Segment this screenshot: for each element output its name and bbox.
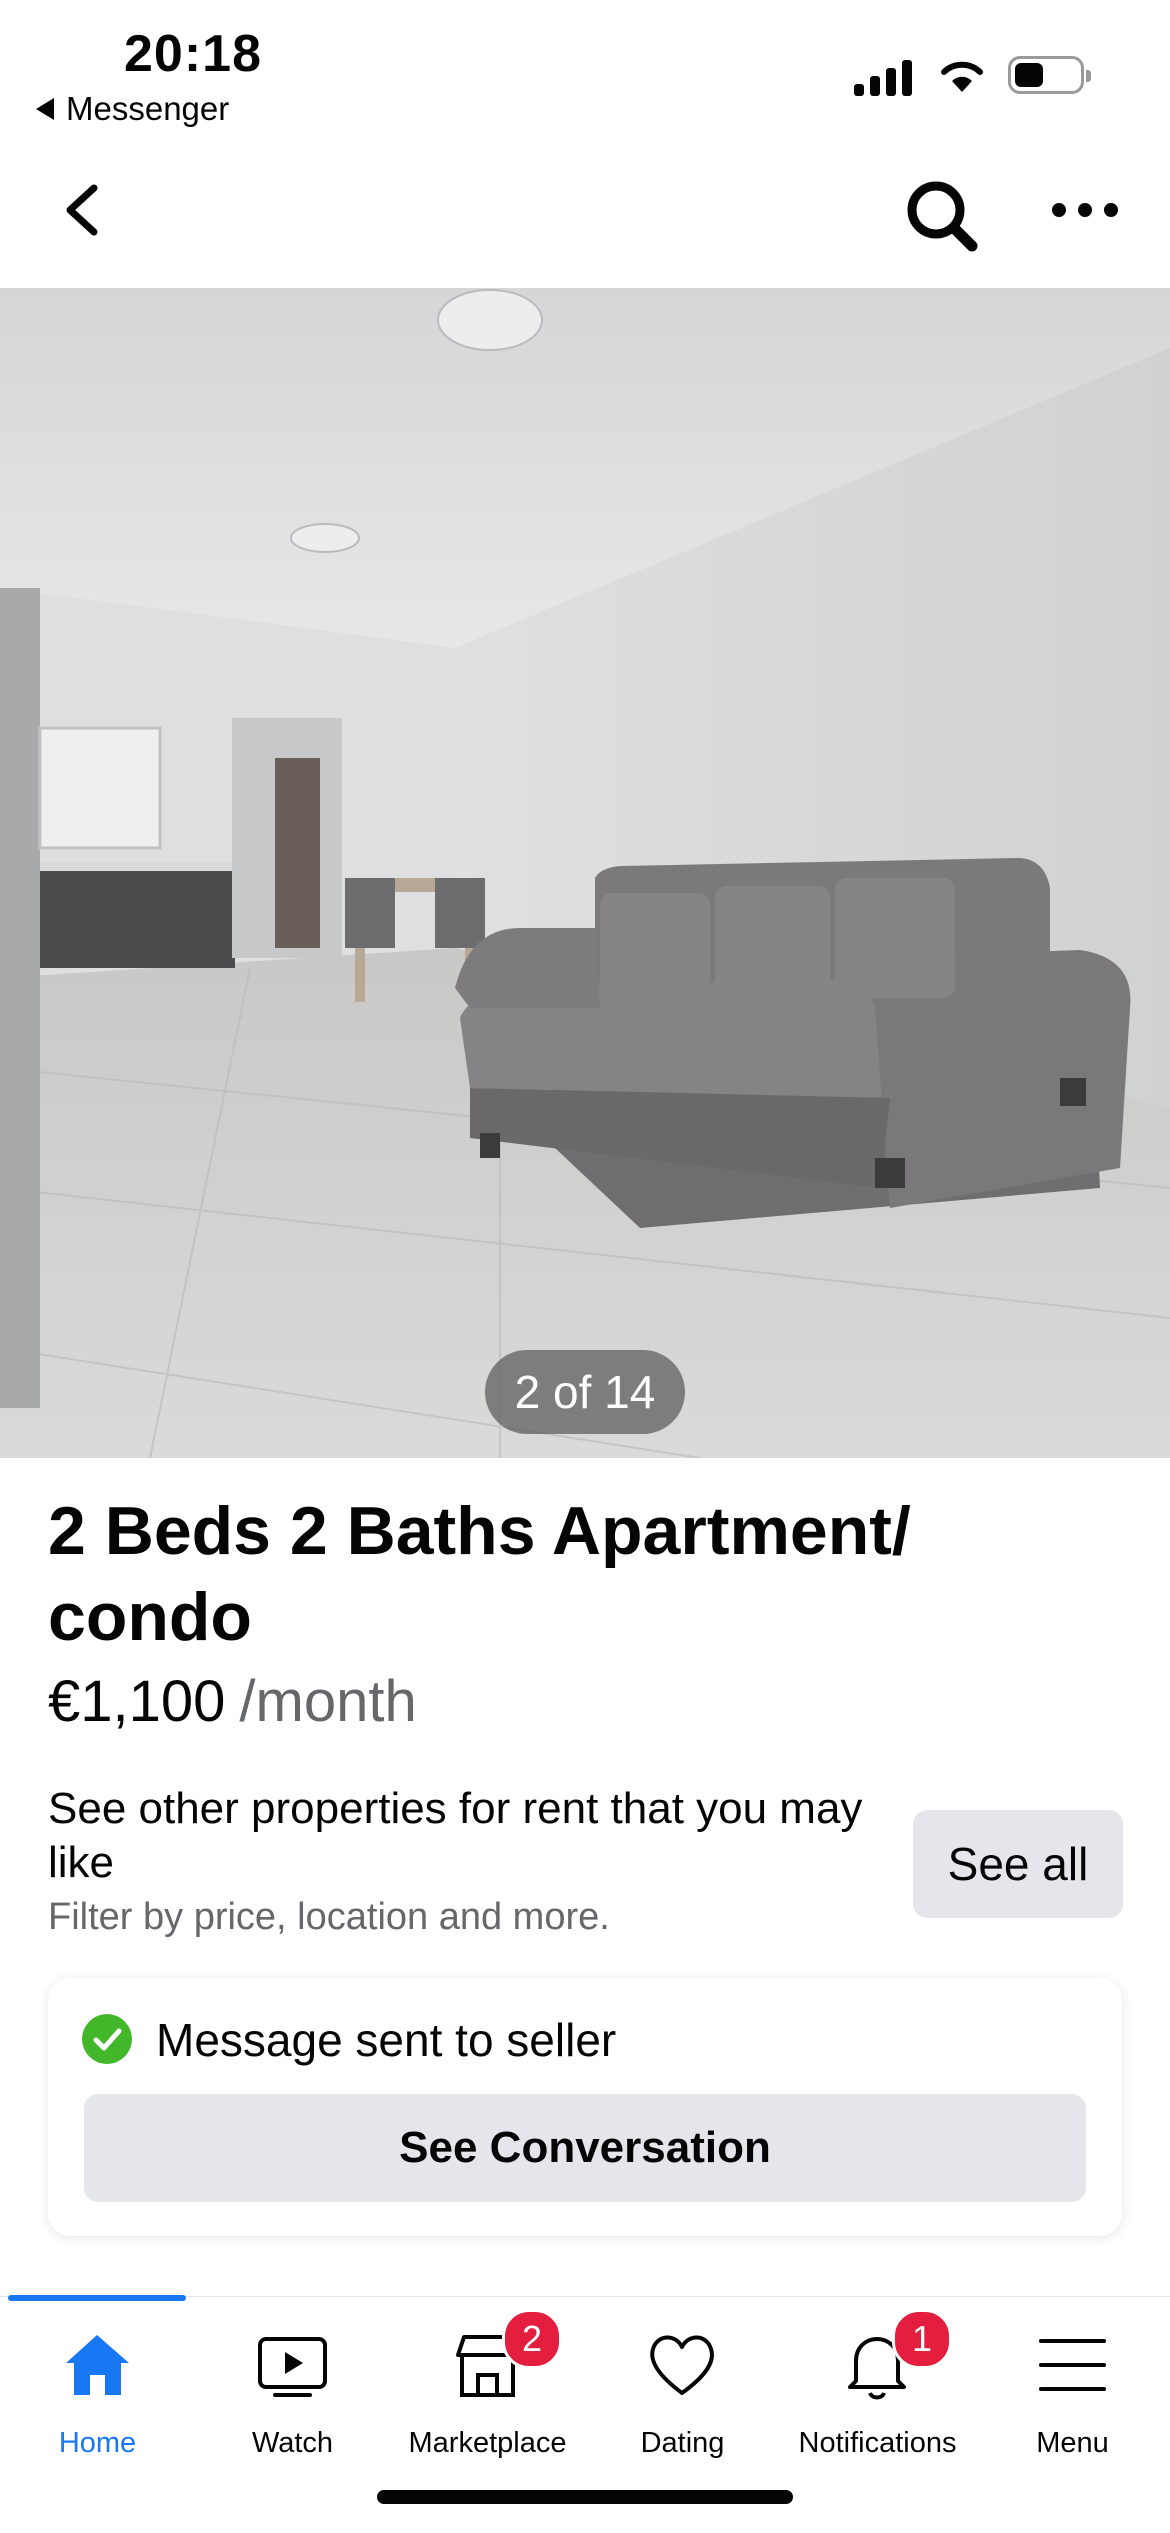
tab-watch[interactable]: Watch — [195, 2327, 390, 2477]
similar-properties-subtitle: Filter by price, location and more. — [48, 1896, 610, 1938]
apartment-living-room-image — [0, 288, 1170, 1458]
status-time: 20:18 — [124, 25, 262, 83]
tab-home[interactable]: Home — [0, 2327, 195, 2477]
price-period: /month — [239, 1669, 417, 1734]
more-options-icon[interactable] — [1050, 190, 1120, 230]
active-tab-indicator — [8, 2295, 186, 2301]
marketplace-badge: 2 — [502, 2309, 562, 2369]
top-nav-bar — [0, 150, 1170, 288]
tab-dating[interactable]: Dating — [585, 2327, 780, 2477]
search-icon[interactable] — [900, 174, 984, 258]
photo-counter-badge: 2 of 14 — [485, 1350, 685, 1434]
listing-price: €1,100/month — [48, 1668, 417, 1735]
tab-watch-label: Watch — [251, 2427, 334, 2459]
price-amount: €1,100 — [48, 1669, 226, 1734]
notifications-badge: 1 — [892, 2309, 952, 2369]
similar-properties-title: See other properties for rent that you m… — [48, 1784, 863, 1887]
see-conversation-button[interactable]: See Conversation — [84, 2094, 1086, 2202]
home-icon — [66, 2335, 129, 2395]
tab-notifications[interactable]: 1 Notifications — [780, 2309, 975, 2477]
tab-notifications-label: Notifications — [798, 2427, 957, 2459]
video-icon — [258, 2337, 327, 2397]
wifi-icon — [941, 61, 983, 92]
tab-home-label: Home — [58, 2427, 137, 2459]
back-app-label: Messenger — [66, 90, 230, 127]
listing-title: 2 Beds 2 Baths Apartment/ condo — [48, 1493, 911, 1655]
status-bar: 20:18 Messenger — [0, 0, 1170, 150]
back-chevron-icon[interactable] — [54, 180, 114, 240]
check-circle-icon — [82, 2014, 132, 2064]
tab-menu-label: Menu — [1036, 2427, 1109, 2459]
listing-photo[interactable] — [0, 288, 1170, 1458]
message-sent-card: Message sent to seller See Conversation — [48, 1978, 1122, 2236]
tab-menu[interactable]: Menu — [975, 2327, 1170, 2477]
back-to-messenger-link[interactable]: Messenger — [36, 90, 229, 128]
message-sent-status: Message sent to seller — [156, 2014, 617, 2066]
hamburger-icon — [1039, 2339, 1106, 2391]
cellular-signal-icon — [854, 58, 912, 96]
back-triangle-icon — [36, 98, 54, 120]
heart-icon — [650, 2335, 714, 2395]
battery-icon — [1008, 56, 1091, 94]
tab-dating-label: Dating — [640, 2427, 725, 2459]
tab-marketplace-label: Marketplace — [408, 2427, 567, 2459]
see-all-button[interactable]: See all — [913, 1810, 1123, 1918]
tab-marketplace[interactable]: 2 Marketplace — [390, 2309, 585, 2477]
home-indicator — [377, 2490, 793, 2504]
